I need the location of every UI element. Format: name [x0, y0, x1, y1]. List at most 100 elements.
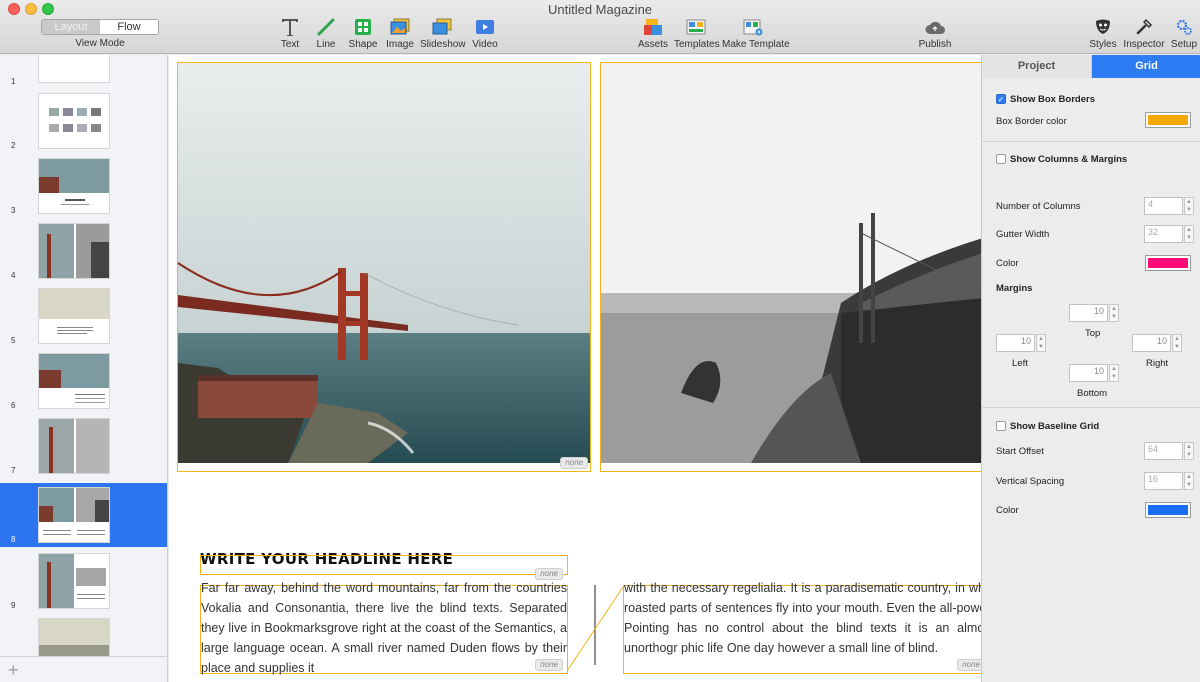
page-thumbnail — [38, 223, 110, 279]
stepper-arrows-icon[interactable]: ▲ ▼ — [1172, 334, 1182, 352]
page-thumbnail-row[interactable]: 6 — [0, 349, 167, 413]
cloud-publish-icon — [918, 17, 952, 37]
box-border-color-fill — [1148, 115, 1188, 125]
stepper-arrows-icon[interactable]: ▲ ▼ — [1109, 364, 1119, 382]
styles-button[interactable]: Styles — [1089, 17, 1117, 50]
vertical-spacing-label: Vertical Spacing — [996, 476, 1065, 487]
page-thumbnail-row[interactable]: 3 — [0, 154, 167, 218]
section-divider — [982, 141, 1200, 142]
make-template-button[interactable]: Make Template — [722, 17, 790, 50]
gutter-width-field[interactable]: 32 — [1144, 225, 1183, 243]
publish-button[interactable]: Publish — [918, 17, 952, 50]
assets-button[interactable]: Assets — [638, 17, 668, 50]
vertical-spacing-stepper[interactable]: 16 ▲ ▼ — [1144, 472, 1194, 490]
image-box-left[interactable]: none — [177, 62, 591, 472]
page-thumbnail-row[interactable]: 9 — [0, 549, 167, 613]
show-box-borders-label: Show Box Borders — [1010, 94, 1095, 105]
styles-mask-icon — [1089, 17, 1117, 37]
text-icon — [279, 17, 301, 37]
stepper-arrows-icon[interactable]: ▲ ▼ — [1184, 442, 1194, 460]
text-scale-tag: none — [535, 659, 563, 671]
line-tool-button[interactable]: Line — [314, 17, 338, 50]
inspector-icon — [1123, 17, 1165, 37]
image-icon — [385, 17, 415, 37]
margin-top-field[interactable]: 10 — [1069, 304, 1108, 322]
image-box-right[interactable] — [600, 62, 981, 472]
slideshow-icon — [420, 17, 464, 37]
start-offset-stepper[interactable]: 64 ▲ ▼ — [1144, 442, 1194, 460]
tab-project[interactable]: Project — [982, 55, 1092, 78]
margin-left-field[interactable]: 10 — [996, 334, 1035, 352]
stepper-arrows-icon[interactable]: ▲ ▼ — [1184, 472, 1194, 490]
margin-left-label: Left — [1012, 358, 1028, 369]
margin-bottom-label: Bottom — [1077, 388, 1108, 399]
margin-right-stepper[interactable]: 10 ▲ ▼ — [1132, 334, 1182, 352]
video-tool-button[interactable]: Video — [472, 17, 498, 50]
gutter-width-stepper[interactable]: 32 ▲ ▼ — [1144, 225, 1194, 243]
text-column-1[interactable]: Far far away, behind the word mountains,… — [200, 581, 568, 675]
number-of-columns-field[interactable]: 4 — [1144, 197, 1183, 215]
view-mode-caption: View Mode — [75, 38, 125, 49]
page-canvas[interactable]: none WRITE YOUR HEADLINE HERE none Far f… — [169, 55, 981, 682]
shape-tool-button[interactable]: Shape — [348, 17, 378, 50]
margin-bottom-field[interactable]: 10 — [1069, 364, 1108, 382]
page-thumbnail-row[interactable]: 4 — [0, 219, 167, 283]
stepper-arrows-icon[interactable]: ▲ ▼ — [1184, 197, 1194, 215]
text-tool-button[interactable]: Text — [279, 17, 301, 50]
body-text-column-1[interactable]: Far far away, behind the word mountains,… — [201, 578, 567, 678]
body-text-column-2[interactable]: with the necessary regelialia. It is a p… — [624, 578, 981, 678]
headline-box[interactable]: none — [200, 555, 568, 580]
stepper-arrows-icon[interactable]: ▲ ▼ — [1036, 334, 1046, 352]
view-mode-flow-option[interactable]: Flow — [100, 20, 158, 34]
page-thumbnail — [38, 55, 110, 83]
page-thumbnail — [38, 487, 110, 543]
image-tool-button[interactable]: Image — [385, 17, 415, 50]
margin-bottom-stepper[interactable]: 10 ▲ ▼ — [1069, 364, 1119, 382]
stepper-arrows-icon[interactable]: ▲ ▼ — [1109, 304, 1119, 322]
start-offset-field[interactable]: 64 — [1144, 442, 1183, 460]
text-flow-connector — [567, 585, 624, 672]
show-baseline-grid-label: Show Baseline Grid — [1010, 421, 1100, 432]
page-thumbnail-row[interactable]: 7 — [0, 414, 167, 478]
box-border-color-swatch[interactable] — [1145, 112, 1191, 128]
make-template-icon — [722, 17, 784, 37]
margin-top-label: Top — [1085, 328, 1101, 339]
show-columns-margins-label: Show Columns & Margins — [1010, 154, 1128, 165]
show-columns-margins-checkbox[interactable] — [996, 154, 1006, 164]
gutter-width-label: Gutter Width — [996, 229, 1050, 240]
stepper-arrows-icon[interactable]: ▲ ▼ — [1184, 225, 1194, 243]
view-mode-layout-option[interactable]: Layout — [42, 20, 100, 34]
page-thumbnail-row[interactable]: 5 — [0, 284, 167, 348]
slideshow-tool-button[interactable]: Slideshow — [420, 17, 466, 50]
column-color-fill — [1148, 258, 1188, 268]
number-of-columns-stepper[interactable]: 4 ▲ ▼ — [1144, 197, 1194, 215]
margin-top-stepper[interactable]: 10 ▲ ▼ — [1069, 304, 1119, 322]
vertical-spacing-field[interactable]: 16 — [1144, 472, 1183, 490]
view-mode-segmented-control[interactable]: Layout Flow — [41, 19, 159, 35]
baseline-color-fill — [1148, 505, 1188, 515]
page-thumbnail — [38, 418, 110, 474]
page-thumbnail — [38, 288, 110, 344]
box-border-color-label: Box Border color — [996, 116, 1067, 127]
line-icon — [314, 17, 338, 37]
page-thumbnail-row[interactable]: 1 — [0, 55, 167, 89]
templates-button[interactable]: Templates — [674, 17, 720, 50]
show-baseline-grid-checkbox[interactable] — [996, 421, 1006, 431]
show-box-borders-checkbox[interactable]: ✓ — [996, 94, 1006, 104]
page-thumbnail-row-selected[interactable]: 8 — [0, 483, 167, 547]
margin-left-stepper[interactable]: 10 ▲ ▼ — [996, 334, 1046, 352]
column-color-swatch[interactable] — [1145, 255, 1191, 271]
margin-right-field[interactable]: 10 — [1132, 334, 1171, 352]
templates-icon — [674, 17, 718, 37]
inspector-tabs: Project Grid — [982, 55, 1200, 78]
tab-grid[interactable]: Grid — [1092, 55, 1200, 78]
page-thumbnail-row[interactable]: 2 — [0, 89, 167, 153]
text-scale-tag: none — [957, 659, 981, 671]
setup-button[interactable]: Setup — [1170, 17, 1198, 50]
page-thumbnail — [38, 158, 110, 214]
add-page-button[interactable]: + — [8, 660, 19, 681]
assets-icon — [638, 17, 668, 37]
inspector-button[interactable]: Inspector — [1123, 17, 1165, 50]
text-column-2[interactable]: with the necessary regelialia. It is a p… — [623, 581, 981, 674]
baseline-color-swatch[interactable] — [1145, 502, 1191, 518]
